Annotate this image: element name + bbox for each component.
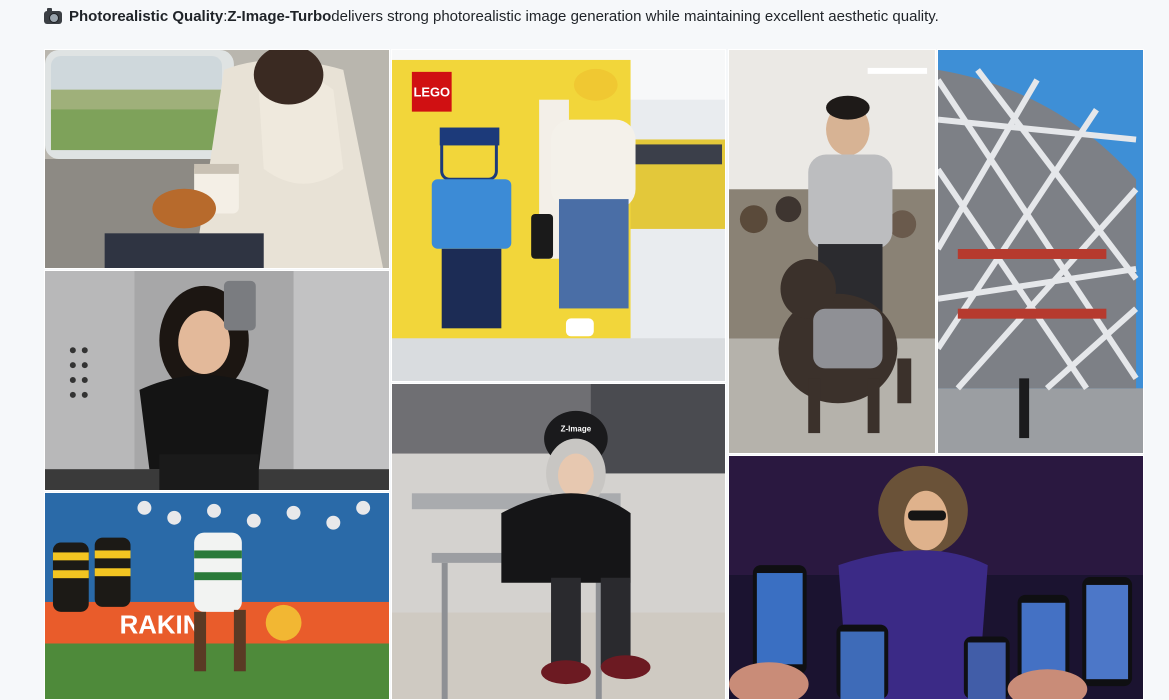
photo-beanie-girl: Z-Image [391, 383, 726, 700]
caption-description: delivers strong photorealistic image gen… [331, 8, 939, 25]
photo-rugby-match: RAKIN [44, 492, 390, 700]
photo-poodle-walk [728, 49, 936, 454]
caption-line: Photorealistic Quality : Z-Image-Turbo d… [44, 7, 939, 27]
camera-icon [44, 7, 62, 24]
photo-birds-nest-stadium [937, 49, 1144, 454]
rugby-banner-text: RAKIN [120, 612, 202, 640]
photo-lego-store: LEGO [391, 49, 726, 382]
caption-lead: Photorealistic Quality [69, 8, 224, 25]
lego-logo-text: LEGO [413, 85, 450, 100]
page: Photorealistic Quality : Z-Image-Turbo d… [0, 0, 1169, 700]
image-gallery: LEGO Z-Image RAKIN [44, 49, 1144, 700]
svg-text:Z-Image: Z-Image [561, 425, 592, 434]
photo-elevator-selfie [44, 270, 390, 491]
caption-model-name: Z-Image-Turbo [227, 8, 332, 25]
photo-train-window [44, 49, 390, 269]
photo-concert-singer [728, 455, 1144, 700]
